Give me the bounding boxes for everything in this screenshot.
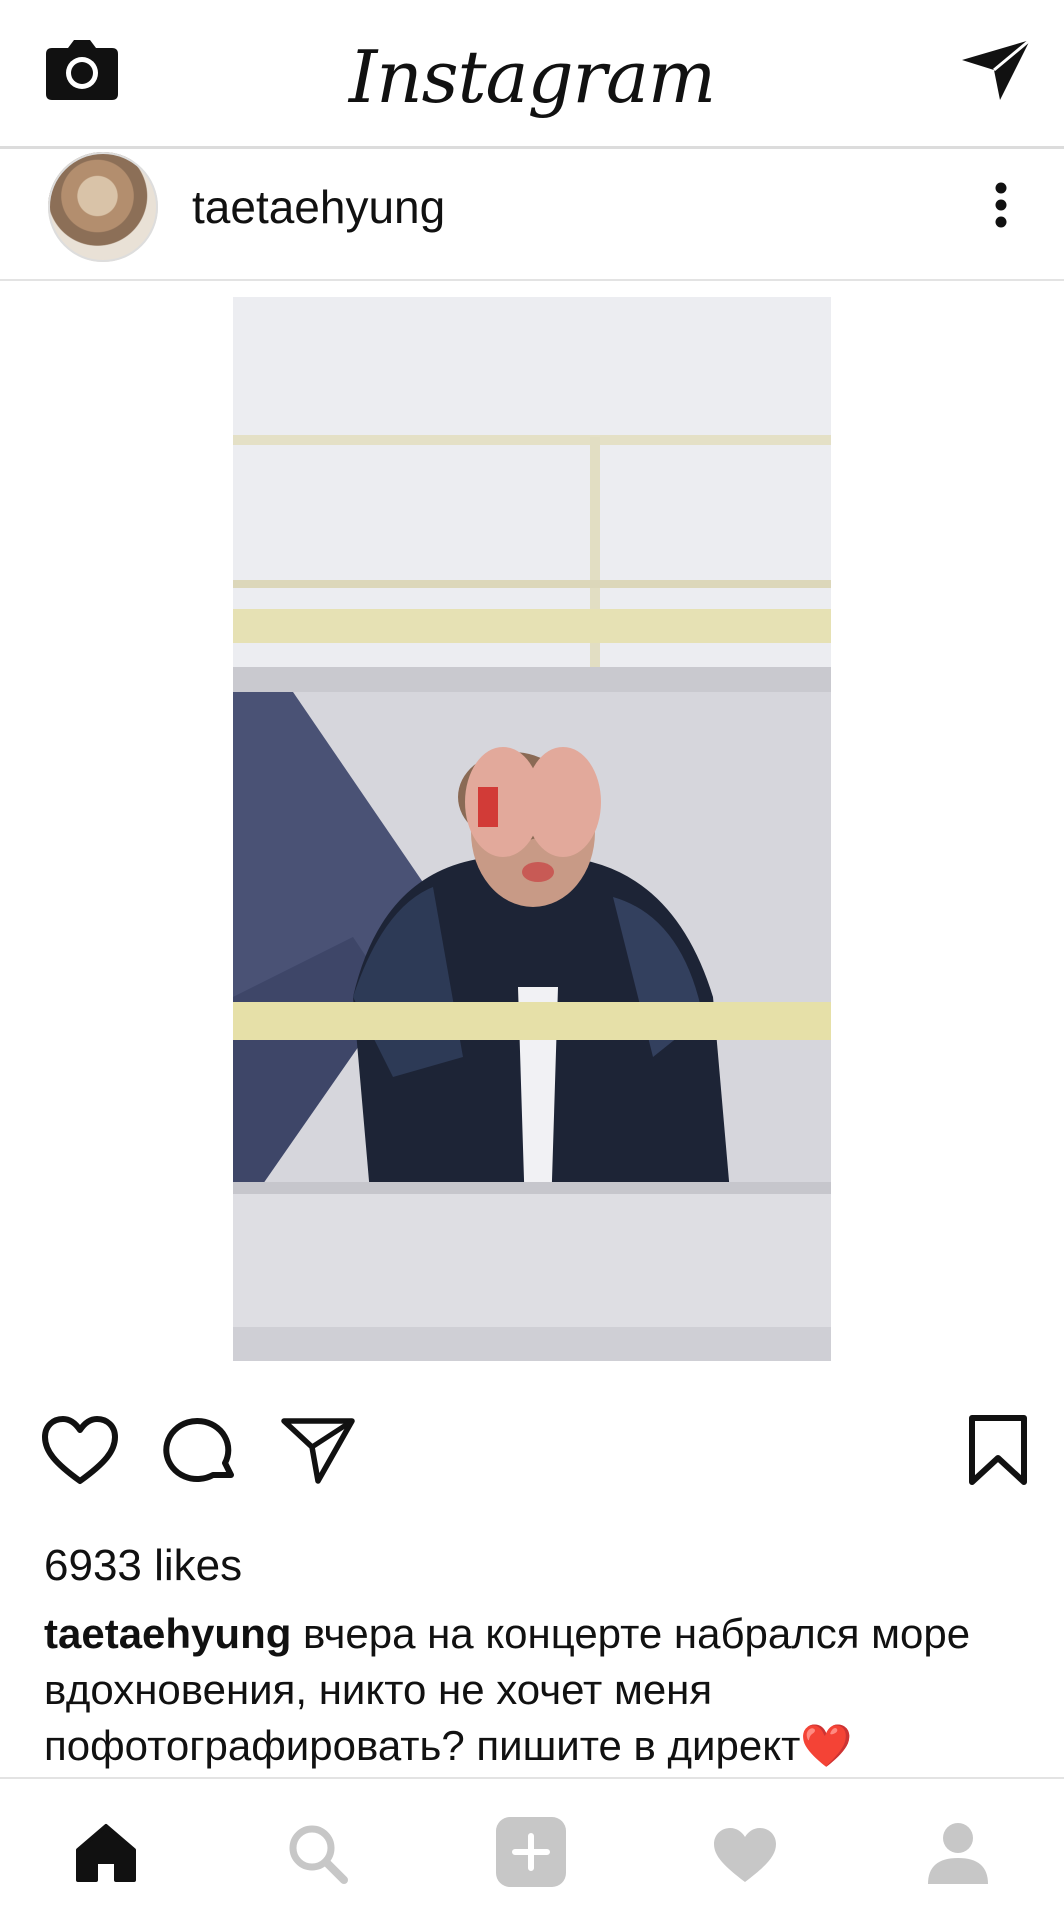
more-vertical-icon[interactable] — [986, 178, 1016, 238]
heart-icon[interactable] — [712, 1826, 778, 1884]
app-logo: Instagram — [348, 35, 716, 119]
post-caption: taetaehyung вчера на концерте набрался м… — [44, 1606, 1004, 1774]
save-button[interactable] — [958, 1410, 1038, 1490]
paper-plane-outline-icon — [281, 1418, 355, 1484]
user-icon[interactable] — [926, 1820, 990, 1886]
plus-square-icon[interactable] — [494, 1815, 568, 1889]
comment-bubble-icon — [163, 1418, 234, 1482]
likes-count[interactable]: 6933 likes — [44, 1540, 242, 1592]
camera-icon[interactable] — [44, 36, 120, 102]
post-header — [0, 149, 1064, 279]
search-icon[interactable] — [286, 1822, 350, 1886]
bookmark-outline-icon — [969, 1415, 1027, 1485]
share-button[interactable] — [278, 1410, 358, 1490]
caption-heart-emoji: ❤️ — [800, 1722, 853, 1769]
heart-outline-icon — [42, 1416, 118, 1484]
post-header-divider — [0, 279, 1064, 281]
avatar[interactable] — [48, 152, 158, 262]
like-button[interactable] — [40, 1410, 120, 1490]
post-username[interactable]: taetaehyung — [192, 180, 445, 234]
post-photo[interactable] — [233, 297, 831, 1361]
paper-plane-icon[interactable] — [960, 36, 1032, 102]
home-icon[interactable] — [74, 1822, 138, 1884]
caption-username[interactable]: taetaehyung — [44, 1610, 291, 1657]
comment-button[interactable] — [160, 1410, 240, 1490]
